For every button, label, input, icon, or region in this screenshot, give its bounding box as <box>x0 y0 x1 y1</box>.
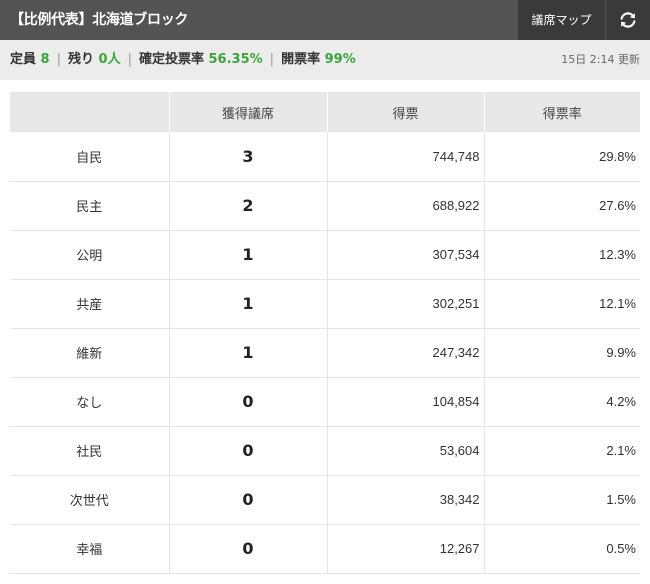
table-row: 民主 2 688,922 27.6% <box>10 181 640 231</box>
vote-rate: 1.5% <box>483 475 640 525</box>
seats-won: 0 <box>168 426 327 476</box>
table-row: 幸福 0 12,267 0.5% <box>10 524 640 574</box>
party-name: 維新 <box>10 328 169 378</box>
party-name: 社民 <box>10 426 169 476</box>
counted-label: 開票率 <box>281 52 321 67</box>
table-row: なし 0 104,854 4.2% <box>10 377 640 427</box>
vote-count: 247,342 <box>326 328 484 378</box>
vote-count: 38,342 <box>326 475 484 525</box>
counted-value: 99% <box>324 52 356 67</box>
updated-timestamp: 15日 2:14 更新 <box>561 53 640 66</box>
party-name: なし <box>10 377 169 427</box>
stats-bar: 定員 8 | 残り 0人 | 確定投票率 56.35% | 開票率 99% 15日 2:14… <box>0 40 650 80</box>
table-row: 共産 1 302,251 12.1% <box>10 279 640 329</box>
divider: | <box>127 52 132 67</box>
vote-rate: 2.1% <box>483 426 640 476</box>
vote-rate: 12.3% <box>483 230 640 280</box>
seats-won: 1 <box>168 230 327 280</box>
turnout-label: 確定投票率 <box>138 52 204 67</box>
vote-rate: 4.2% <box>483 377 640 427</box>
party-name: 民主 <box>10 181 169 231</box>
vote-rate: 27.6% <box>483 181 640 231</box>
seats-won: 1 <box>168 328 327 378</box>
vote-count: 12,267 <box>326 524 484 574</box>
table-row: 次世代 0 38,342 1.5% <box>10 475 640 525</box>
remaining-label: 残り <box>67 52 94 67</box>
vote-rate: 0.5% <box>483 524 640 574</box>
table-row: 自民 3 744,748 29.8% <box>10 132 640 182</box>
seats-won: 2 <box>168 181 327 231</box>
vote-count: 302,251 <box>326 279 484 329</box>
seats-won: 3 <box>168 132 327 182</box>
remaining-value: 0人 <box>98 52 121 67</box>
party-name: 共産 <box>10 279 169 329</box>
seats-won: 0 <box>168 524 327 574</box>
divider: | <box>269 52 275 67</box>
seats-won: 1 <box>168 279 327 329</box>
turnout-value: 56.35% <box>208 52 263 67</box>
party-name: 幸福 <box>10 524 169 574</box>
seat-map-button[interactable]: 議席マップ <box>518 0 605 40</box>
table-row: 維新 1 247,342 9.9% <box>10 328 640 378</box>
results-table: 獲得議席 得票 得票率 自民 3 744,748 29.8% 民主 2 688,… <box>10 92 640 574</box>
refresh-icon <box>620 12 636 28</box>
vote-rate: 9.9% <box>483 328 640 378</box>
refresh-button[interactable] <box>606 0 650 40</box>
table-row: 社民 0 53,604 2.1% <box>10 426 640 476</box>
seats-won: 0 <box>168 475 327 525</box>
vote-count: 688,922 <box>326 181 484 231</box>
page-title: 【比例代表】北海道ブロック <box>10 12 189 28</box>
party-name: 公明 <box>10 230 169 280</box>
header-bar: 【比例代表】北海道ブロック 議席マップ <box>0 0 650 40</box>
party-name: 次世代 <box>10 475 169 525</box>
vote-rate: 29.8% <box>483 132 640 182</box>
column-header-party <box>10 92 169 132</box>
table-row: 公明 1 307,534 12.3% <box>10 230 640 280</box>
vote-count: 104,854 <box>326 377 484 427</box>
divider: | <box>56 52 61 67</box>
vote-rate: 12.1% <box>483 279 640 329</box>
column-header-votes: 得票 <box>326 92 484 132</box>
column-header-rate: 得票率 <box>483 92 640 132</box>
quota-value: 8 <box>40 52 50 67</box>
seats-won: 0 <box>168 377 327 427</box>
vote-count: 53,604 <box>326 426 484 476</box>
stats-summary: 定員 8 | 残り 0人 | 確定投票率 56.35% | 開票率 99% <box>10 40 356 80</box>
quota-label: 定員 <box>10 52 37 67</box>
vote-count: 307,534 <box>326 230 484 280</box>
column-header-seats: 獲得議席 <box>168 92 327 132</box>
vote-count: 744,748 <box>326 132 484 182</box>
table-header: 獲得議席 得票 得票率 <box>10 92 640 132</box>
party-name: 自民 <box>10 132 169 182</box>
